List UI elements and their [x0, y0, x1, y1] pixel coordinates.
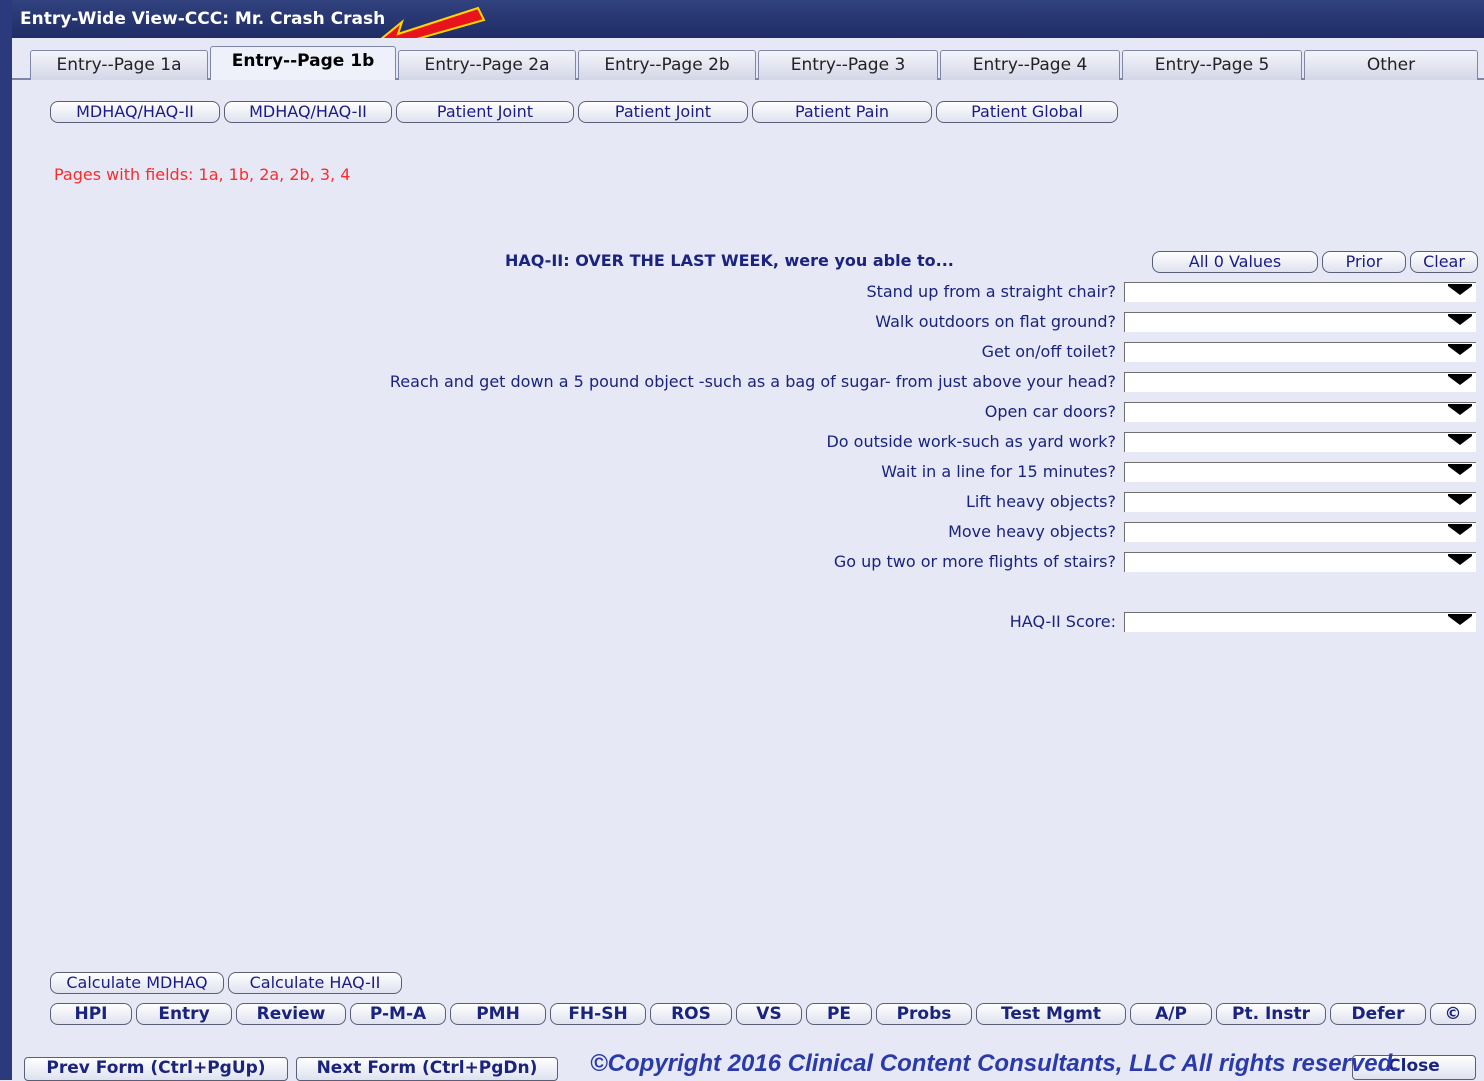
- question-label: Open car doors?: [984, 402, 1116, 421]
- question-label: Wait in a line for 15 minutes?: [881, 462, 1116, 481]
- nav-probs-button[interactable]: Probs: [876, 1003, 972, 1025]
- prev-form-button[interactable]: Prev Form (Ctrl+PgUp): [24, 1057, 288, 1081]
- nav-entry-button[interactable]: Entry: [136, 1003, 232, 1025]
- question-dropdown[interactable]: [1124, 342, 1476, 362]
- all-zero-values-button[interactable]: All 0 Values: [1152, 251, 1318, 273]
- chevron-down-icon: [1448, 374, 1472, 385]
- nav-review-button[interactable]: Review: [236, 1003, 346, 1025]
- chevron-down-icon: [1448, 494, 1472, 505]
- question-dropdown[interactable]: [1124, 552, 1476, 572]
- haq-section-header: HAQ-II: OVER THE LAST WEEK, were you abl…: [505, 251, 954, 270]
- tab-page-2b[interactable]: Entry--Page 2b: [578, 50, 756, 80]
- chevron-down-icon: [1448, 284, 1472, 295]
- window-frame: [0, 0, 12, 1080]
- question-dropdown[interactable]: [1124, 432, 1476, 452]
- nav-fhsh-button[interactable]: FH-SH: [550, 1003, 646, 1025]
- tab-page-2a[interactable]: Entry--Page 2a: [398, 50, 576, 80]
- tab-page-1b[interactable]: Entry--Page 1b: [210, 46, 396, 80]
- question-label: Move heavy objects?: [948, 522, 1116, 541]
- question-dropdown[interactable]: [1124, 462, 1476, 482]
- tab-strip: Entry--Page 1a Entry--Page 1b Entry--Pag…: [12, 38, 1484, 80]
- window-title: Entry-Wide View-CCC: Mr. Crash Crash: [12, 0, 1484, 38]
- clear-button[interactable]: Clear: [1410, 251, 1478, 273]
- tab-page-4[interactable]: Entry--Page 4: [940, 50, 1120, 80]
- nav-copyright-button[interactable]: ©: [1430, 1003, 1476, 1025]
- question-label: Reach and get down a 5 pound object -suc…: [389, 372, 1116, 391]
- calculate-mdhaq-button[interactable]: Calculate MDHAQ: [50, 972, 224, 994]
- chevron-down-icon: [1448, 614, 1472, 625]
- question-dropdown[interactable]: [1124, 282, 1476, 302]
- nav-hpi-button[interactable]: HPI: [50, 1003, 132, 1025]
- question-label: Lift heavy objects?: [965, 492, 1116, 511]
- mdhaq-haq2-button-2[interactable]: MDHAQ/HAQ-II: [224, 101, 392, 123]
- haq-score-dropdown[interactable]: [1124, 612, 1476, 632]
- patient-pain-button[interactable]: Patient Pain: [752, 101, 932, 123]
- question-dropdown[interactable]: [1124, 402, 1476, 422]
- chevron-down-icon: [1448, 434, 1472, 445]
- nav-pt-instr-button[interactable]: Pt. Instr: [1216, 1003, 1326, 1025]
- question-dropdown[interactable]: [1124, 522, 1476, 542]
- nav-vs-button[interactable]: VS: [736, 1003, 802, 1025]
- chevron-down-icon: [1448, 524, 1472, 535]
- calculate-haq2-button[interactable]: Calculate HAQ-II: [228, 972, 402, 994]
- nav-pe-button[interactable]: PE: [806, 1003, 872, 1025]
- pages-with-fields-text: Pages with fields: 1a, 1b, 2a, 2b, 3, 4: [54, 165, 351, 184]
- copyright-notice: ©Copyright 2016 Clinical Content Consult…: [590, 1050, 1399, 1077]
- prior-button[interactable]: Prior: [1322, 251, 1406, 273]
- next-form-button[interactable]: Next Form (Ctrl+PgDn): [296, 1057, 558, 1081]
- nav-defer-button[interactable]: Defer: [1330, 1003, 1426, 1025]
- tab-page-3[interactable]: Entry--Page 3: [758, 50, 938, 80]
- patient-global-button[interactable]: Patient Global: [936, 101, 1118, 123]
- question-dropdown[interactable]: [1124, 312, 1476, 332]
- haq-score-label: HAQ-II Score:: [1009, 612, 1116, 631]
- nav-ros-button[interactable]: ROS: [650, 1003, 732, 1025]
- question-dropdown[interactable]: [1124, 492, 1476, 512]
- nav-pma-button[interactable]: P-M-A: [350, 1003, 446, 1025]
- mdhaq-haq2-button-1[interactable]: MDHAQ/HAQ-II: [50, 101, 220, 123]
- nav-pmh-button[interactable]: PMH: [450, 1003, 546, 1025]
- question-label: Stand up from a straight chair?: [866, 282, 1116, 301]
- question-label: Do outside work-such as yard work?: [826, 432, 1116, 451]
- chevron-down-icon: [1448, 404, 1472, 415]
- nav-test-mgmt-button[interactable]: Test Mgmt: [976, 1003, 1126, 1025]
- chevron-down-icon: [1448, 344, 1472, 355]
- chevron-down-icon: [1448, 554, 1472, 565]
- question-label: Go up two or more flights of stairs?: [833, 552, 1116, 571]
- patient-joint-button-1[interactable]: Patient Joint: [396, 101, 574, 123]
- question-label: Get on/off toilet?: [981, 342, 1116, 361]
- tab-page-5[interactable]: Entry--Page 5: [1122, 50, 1302, 80]
- tab-other[interactable]: Other: [1304, 50, 1478, 80]
- tab-page-1a[interactable]: Entry--Page 1a: [30, 50, 208, 80]
- question-dropdown[interactable]: [1124, 372, 1476, 392]
- chevron-down-icon: [1448, 464, 1472, 475]
- nav-ap-button[interactable]: A/P: [1130, 1003, 1212, 1025]
- patient-joint-button-2[interactable]: Patient Joint: [578, 101, 748, 123]
- question-label: Walk outdoors on flat ground?: [875, 312, 1116, 331]
- chevron-down-icon: [1448, 314, 1472, 325]
